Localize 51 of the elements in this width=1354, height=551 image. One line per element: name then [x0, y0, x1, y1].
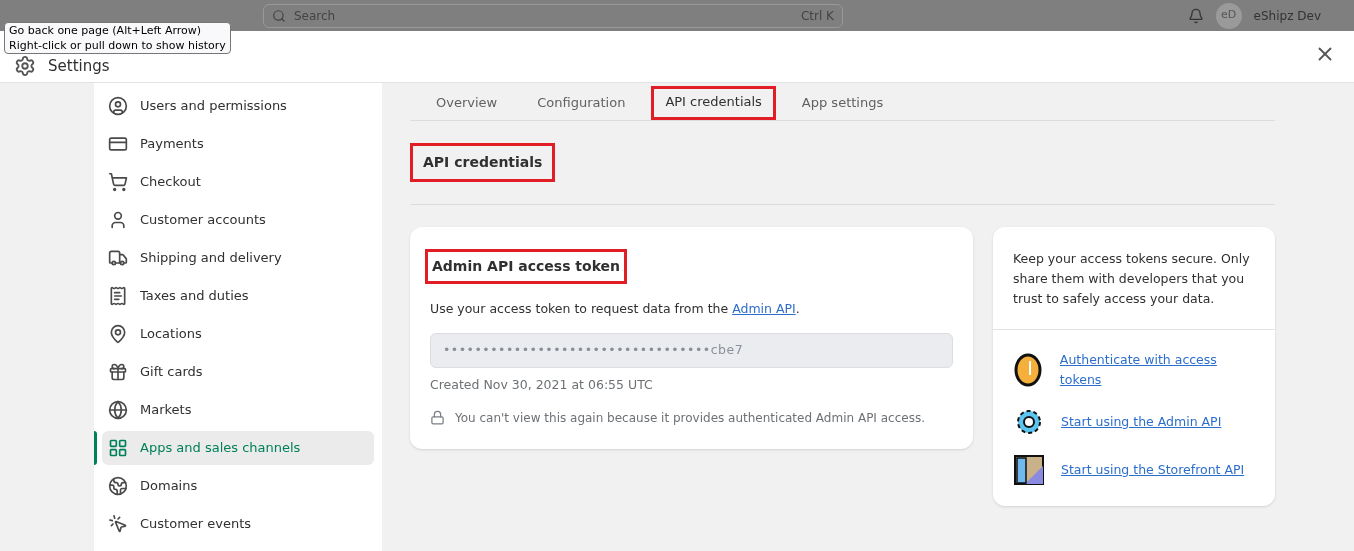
globe-icon — [108, 476, 128, 496]
section-title: API credentials — [410, 143, 556, 182]
truck-icon — [108, 248, 128, 268]
help-link[interactable]: Authenticate with access tokens — [1059, 350, 1255, 390]
modal-title: Settings — [48, 55, 110, 77]
sidebar-item[interactable]: Apps and sales channels — [102, 431, 374, 465]
map-pin-icon — [108, 324, 128, 344]
blueprint-icon — [1013, 454, 1045, 486]
help-text: Keep your access tokens secure. Only share them with developers that you trust to safely access your data. — [993, 227, 1275, 330]
sidebar-item[interactable]: Checkout — [102, 165, 374, 199]
receipt-icon — [108, 286, 128, 306]
sidebar-item[interactable]: Customer events — [102, 507, 374, 541]
sidebar-item[interactable]: Taxes and duties — [102, 279, 374, 313]
coin-icon — [1013, 353, 1044, 387]
tooltip-line: Right-click or pull down to show history — [9, 38, 226, 53]
sidebar-item[interactable]: Users and permissions — [102, 89, 374, 123]
cursor-click-icon — [108, 514, 128, 534]
selection-indicator — [94, 431, 97, 465]
user-circle-icon — [108, 96, 128, 116]
sidebar-item[interactable]: Domains — [102, 469, 374, 503]
cart-icon — [108, 172, 128, 192]
shortcut-hint: Ctrl K — [800, 7, 834, 25]
search-placeholder: Search — [294, 7, 337, 25]
settings-icon — [14, 55, 36, 77]
search-icon — [272, 8, 286, 23]
tab[interactable]: Overview — [422, 86, 512, 120]
sidebar-item[interactable]: Shipping and delivery — [102, 241, 374, 275]
admin-api-link[interactable]: Admin API — [732, 301, 796, 316]
lock-icon — [430, 410, 445, 425]
person-icon — [108, 210, 128, 230]
tab[interactable]: App settings — [787, 86, 898, 120]
apps-grid-icon — [108, 438, 128, 458]
token-description: Use your access token to request data from the Admin API. — [430, 300, 801, 318]
tab[interactable]: API credentials — [651, 86, 776, 120]
sidebar-item[interactable]: Locations — [102, 317, 374, 351]
help-link[interactable]: Start using the Storefront API — [1061, 460, 1245, 480]
tab[interactable]: Configuration — [523, 86, 640, 120]
sidebar-item[interactable]: Markets — [102, 393, 374, 427]
sidebar-item[interactable]: Customer accounts — [102, 203, 374, 237]
card-title: Admin API access token — [425, 249, 628, 284]
gift-icon — [108, 362, 128, 382]
credit-card-icon — [108, 134, 128, 154]
sidebar-item[interactable]: Gift cards — [102, 355, 374, 389]
created-date: Created Nov 30, 2021 at 06:55 UTC — [430, 375, 654, 394]
bell-icon[interactable] — [1187, 7, 1204, 24]
account-name: eShipz Dev — [1253, 7, 1321, 25]
help-link[interactable]: Start using the Admin API — [1061, 412, 1222, 432]
notice-text: You can't view this again because it provides authenticated Admin API access. — [455, 409, 925, 427]
sidebar-item[interactable]: Payments — [102, 127, 374, 161]
globe-icon — [108, 400, 128, 420]
tooltip-line: Go back one page (Alt+Left Arrow) — [9, 23, 202, 38]
